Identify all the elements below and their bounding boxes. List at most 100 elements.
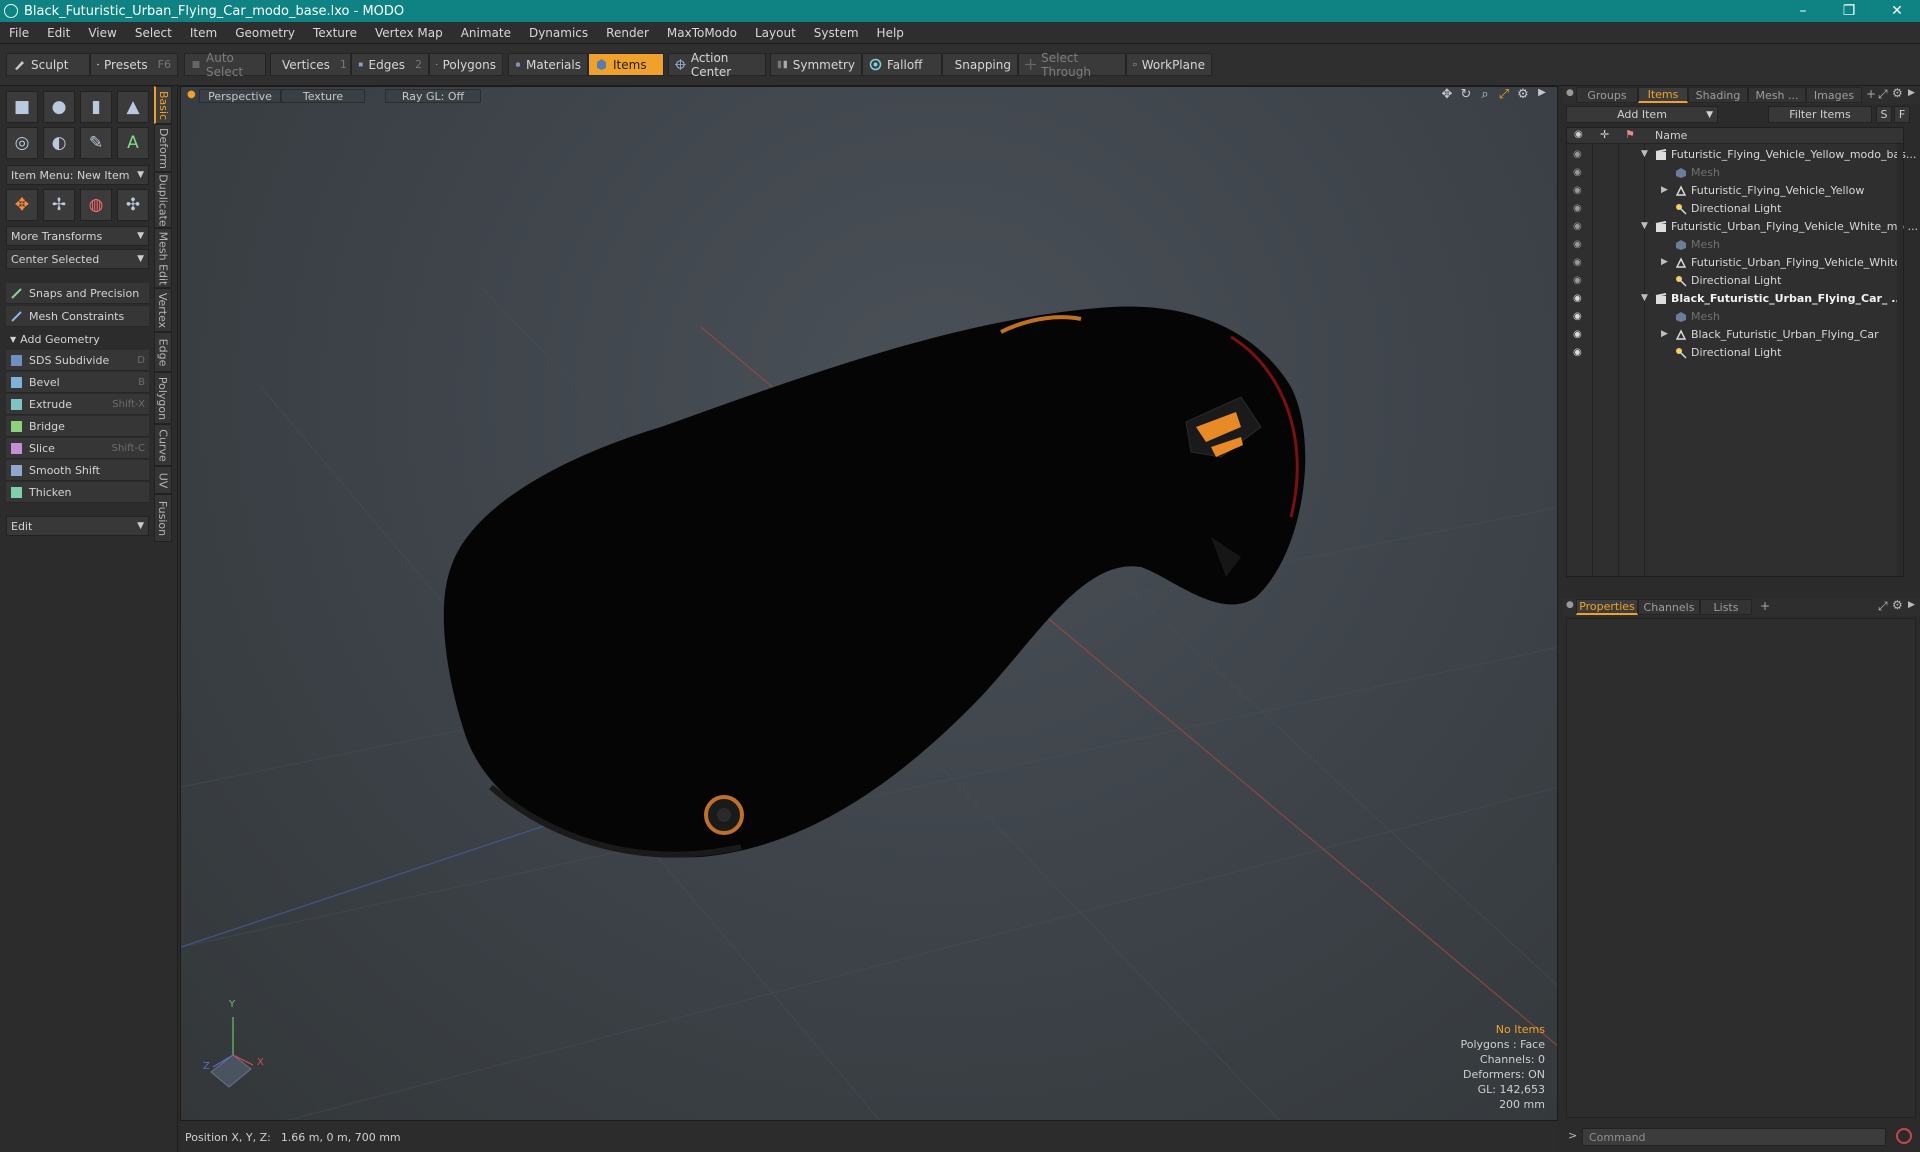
select-through-button[interactable]: Select Through — [1018, 51, 1126, 79]
cone-primitive-icon[interactable]: ▲ — [117, 91, 149, 123]
materials-button[interactable]: Materials — [508, 53, 588, 76]
panel-gear-icon[interactable]: ⚙ — [1892, 86, 1903, 100]
tab-groups[interactable]: Groups — [1576, 87, 1638, 103]
expand-panel-icon[interactable]: ⤢ — [1878, 599, 1888, 614]
viewport-menu-dot[interactable]: ● — [187, 89, 196, 100]
command-input[interactable]: Command — [1582, 1128, 1886, 1146]
tree-row-light[interactable]: ◉ Directional Light — [1567, 200, 1903, 218]
rotate-tool-icon[interactable]: ✢ — [43, 189, 75, 221]
menu-system[interactable]: System — [805, 22, 868, 44]
lock-column-icon[interactable]: ✛ — [1600, 128, 1609, 141]
item-menu-dropdown[interactable]: Item Menu: New Item ▼ — [6, 165, 149, 185]
collapse-triangle-icon[interactable]: ▼ — [1641, 149, 1648, 159]
zoom-icon[interactable]: ⌕ — [1476, 87, 1494, 102]
action-center-button[interactable]: Action Center — [668, 51, 766, 79]
tab-mesh[interactable]: Mesh ... — [1748, 87, 1806, 103]
tab-lists[interactable]: Lists — [1700, 599, 1752, 615]
menu-edit[interactable]: Edit — [38, 22, 79, 44]
tab-images[interactable]: Images — [1806, 87, 1862, 103]
snapping-button[interactable]: Snapping — [942, 53, 1018, 76]
tool-bevel[interactable]: Bevel B — [6, 372, 149, 393]
visibility-eye-icon[interactable]: ◉ — [1573, 221, 1584, 232]
vtab-mesh-edit[interactable]: Mesh Edit — [154, 228, 172, 288]
menu-animate[interactable]: Animate — [452, 22, 520, 44]
panel-arrow-icon[interactable]: ▶ — [1908, 600, 1915, 610]
name-column-header[interactable]: Name — [1655, 129, 1687, 142]
tree-row-mesh[interactable]: ◉ Mesh — [1567, 236, 1903, 254]
tree-row-scene[interactable]: ◉ ▼ Futuristic_Urban_Flying_Vehicle_White_… — [1567, 218, 1918, 236]
tree-scrollbar[interactable] — [1897, 144, 1903, 576]
move-tool-icon[interactable]: ✥ — [6, 189, 38, 221]
cube-primitive-icon[interactable]: ■ — [6, 91, 38, 123]
visibility-eye-icon[interactable]: ◉ — [1573, 239, 1584, 250]
tool-sds-subdivide[interactable]: SDS Subdivide D — [6, 350, 149, 371]
items-button[interactable]: Items — [588, 53, 664, 76]
menu-view[interactable]: View — [79, 22, 125, 44]
3d-viewport[interactable]: Y X Z ● Perspective Texture Ray GL: Off … — [180, 86, 1558, 1121]
polygons-button[interactable]: Polygons — [429, 53, 503, 76]
add-item-dropdown[interactable]: Add Item ▼ — [1566, 106, 1718, 123]
vtab-uv[interactable]: UV — [154, 466, 172, 494]
vertices-button[interactable]: Vertices 1 — [270, 53, 351, 76]
presets-button[interactable]: Presets F6 — [90, 53, 178, 76]
menu-layout[interactable]: Layout — [746, 22, 805, 44]
text-tool-icon[interactable]: A — [117, 127, 149, 159]
filter-f-button[interactable]: F — [1894, 106, 1910, 123]
vtab-vertex[interactable]: Vertex — [154, 288, 172, 332]
tool-smooth-shift[interactable]: Smooth Shift — [6, 460, 149, 481]
mesh-constraints-button[interactable]: Mesh Constraints — [6, 306, 149, 327]
shading-dropdown[interactable]: Texture — [281, 89, 365, 103]
expand-arrow-icon[interactable]: ▶ — [1533, 87, 1551, 98]
edit-dropdown[interactable]: Edit ▼ — [6, 516, 149, 536]
sphere-primitive-icon[interactable]: ● — [43, 91, 75, 123]
close-button[interactable]: ✕ — [1874, 0, 1920, 22]
tool-thicken[interactable]: Thicken — [6, 482, 149, 503]
add-tab-icon[interactable]: + — [1760, 599, 1770, 613]
tab-properties[interactable]: Properties — [1576, 599, 1638, 615]
vtab-polygon[interactable]: Polygon — [154, 372, 172, 424]
visibility-eye-icon[interactable]: ◉ — [1573, 275, 1584, 286]
visibility-eye-icon[interactable]: ◉ — [1573, 185, 1584, 196]
vtab-curve[interactable]: Curve — [154, 424, 172, 466]
perspective-dropdown[interactable]: Perspective — [199, 89, 281, 103]
pen-tool-icon[interactable]: ✎ — [80, 127, 112, 159]
tree-row-group[interactable]: ◉ ▶ Futuristic_Urban_Flying_Vehicle_White — [1567, 254, 1903, 272]
transform-tool-icon[interactable]: ✣ — [117, 189, 149, 221]
panel-gear-icon[interactable]: ⚙ — [1892, 598, 1903, 612]
capsule-primitive-icon[interactable]: ◐ — [43, 127, 75, 159]
menu-select[interactable]: Select — [126, 22, 181, 44]
tree-row-light[interactable]: ◉ Directional Light — [1567, 272, 1903, 290]
menu-texture[interactable]: Texture — [304, 22, 366, 44]
expand-triangle-icon[interactable]: ▶ — [1661, 185, 1668, 195]
expand-triangle-icon[interactable]: ▶ — [1661, 329, 1668, 339]
menu-file[interactable]: File — [0, 22, 38, 44]
expand-triangle-icon[interactable]: ▶ — [1661, 257, 1668, 267]
pan-icon[interactable]: ✥ — [1438, 87, 1456, 102]
visibility-eye-icon[interactable]: ◉ — [1573, 329, 1584, 340]
visibility-eye-icon[interactable]: ◉ — [1573, 293, 1584, 304]
visibility-eye-icon[interactable]: ◉ — [1573, 167, 1584, 178]
tree-row-scene[interactable]: ◉ ▼ Futuristic_Flying_Vehicle_Yellow_modo_… — [1567, 146, 1916, 164]
center-selected-dropdown[interactable]: Center Selected ▼ — [6, 249, 149, 269]
cylinder-primitive-icon[interactable]: ▮ — [80, 91, 112, 123]
workplane-button[interactable]: WorkPlane — [1126, 53, 1212, 76]
auto-select-button[interactable]: Auto Select — [184, 51, 266, 79]
tab-items[interactable]: Items — [1638, 87, 1688, 103]
tool-extrude[interactable]: Extrude Shift-X — [6, 394, 149, 415]
edges-button[interactable]: Edges 2 — [351, 53, 429, 76]
tool-bridge[interactable]: Bridge — [6, 416, 149, 437]
menu-geometry[interactable]: Geometry — [226, 22, 304, 44]
visibility-eye-icon[interactable]: ◉ — [1573, 149, 1584, 160]
collapse-triangle-icon[interactable]: ▼ — [1641, 293, 1648, 303]
menu-dynamics[interactable]: Dynamics — [520, 22, 597, 44]
orbit-icon[interactable]: ↻ — [1457, 87, 1475, 102]
filter-items-input[interactable]: Filter Items — [1768, 106, 1872, 123]
tree-row-light[interactable]: ◉ Directional Light — [1567, 344, 1903, 362]
collapse-triangle-icon[interactable]: ▼ — [1641, 221, 1648, 231]
filter-s-button[interactable]: S — [1876, 106, 1892, 123]
menu-maxtomodo[interactable]: MaxToModo — [658, 22, 746, 44]
panel-arrow-icon[interactable]: ▶ — [1908, 88, 1915, 98]
menu-item[interactable]: Item — [181, 22, 226, 44]
visibility-eye-icon[interactable]: ◉ — [1573, 257, 1584, 268]
tree-row-group[interactable]: ◉ ▶ Black_Futuristic_Urban_Flying_Car — [1567, 326, 1903, 344]
